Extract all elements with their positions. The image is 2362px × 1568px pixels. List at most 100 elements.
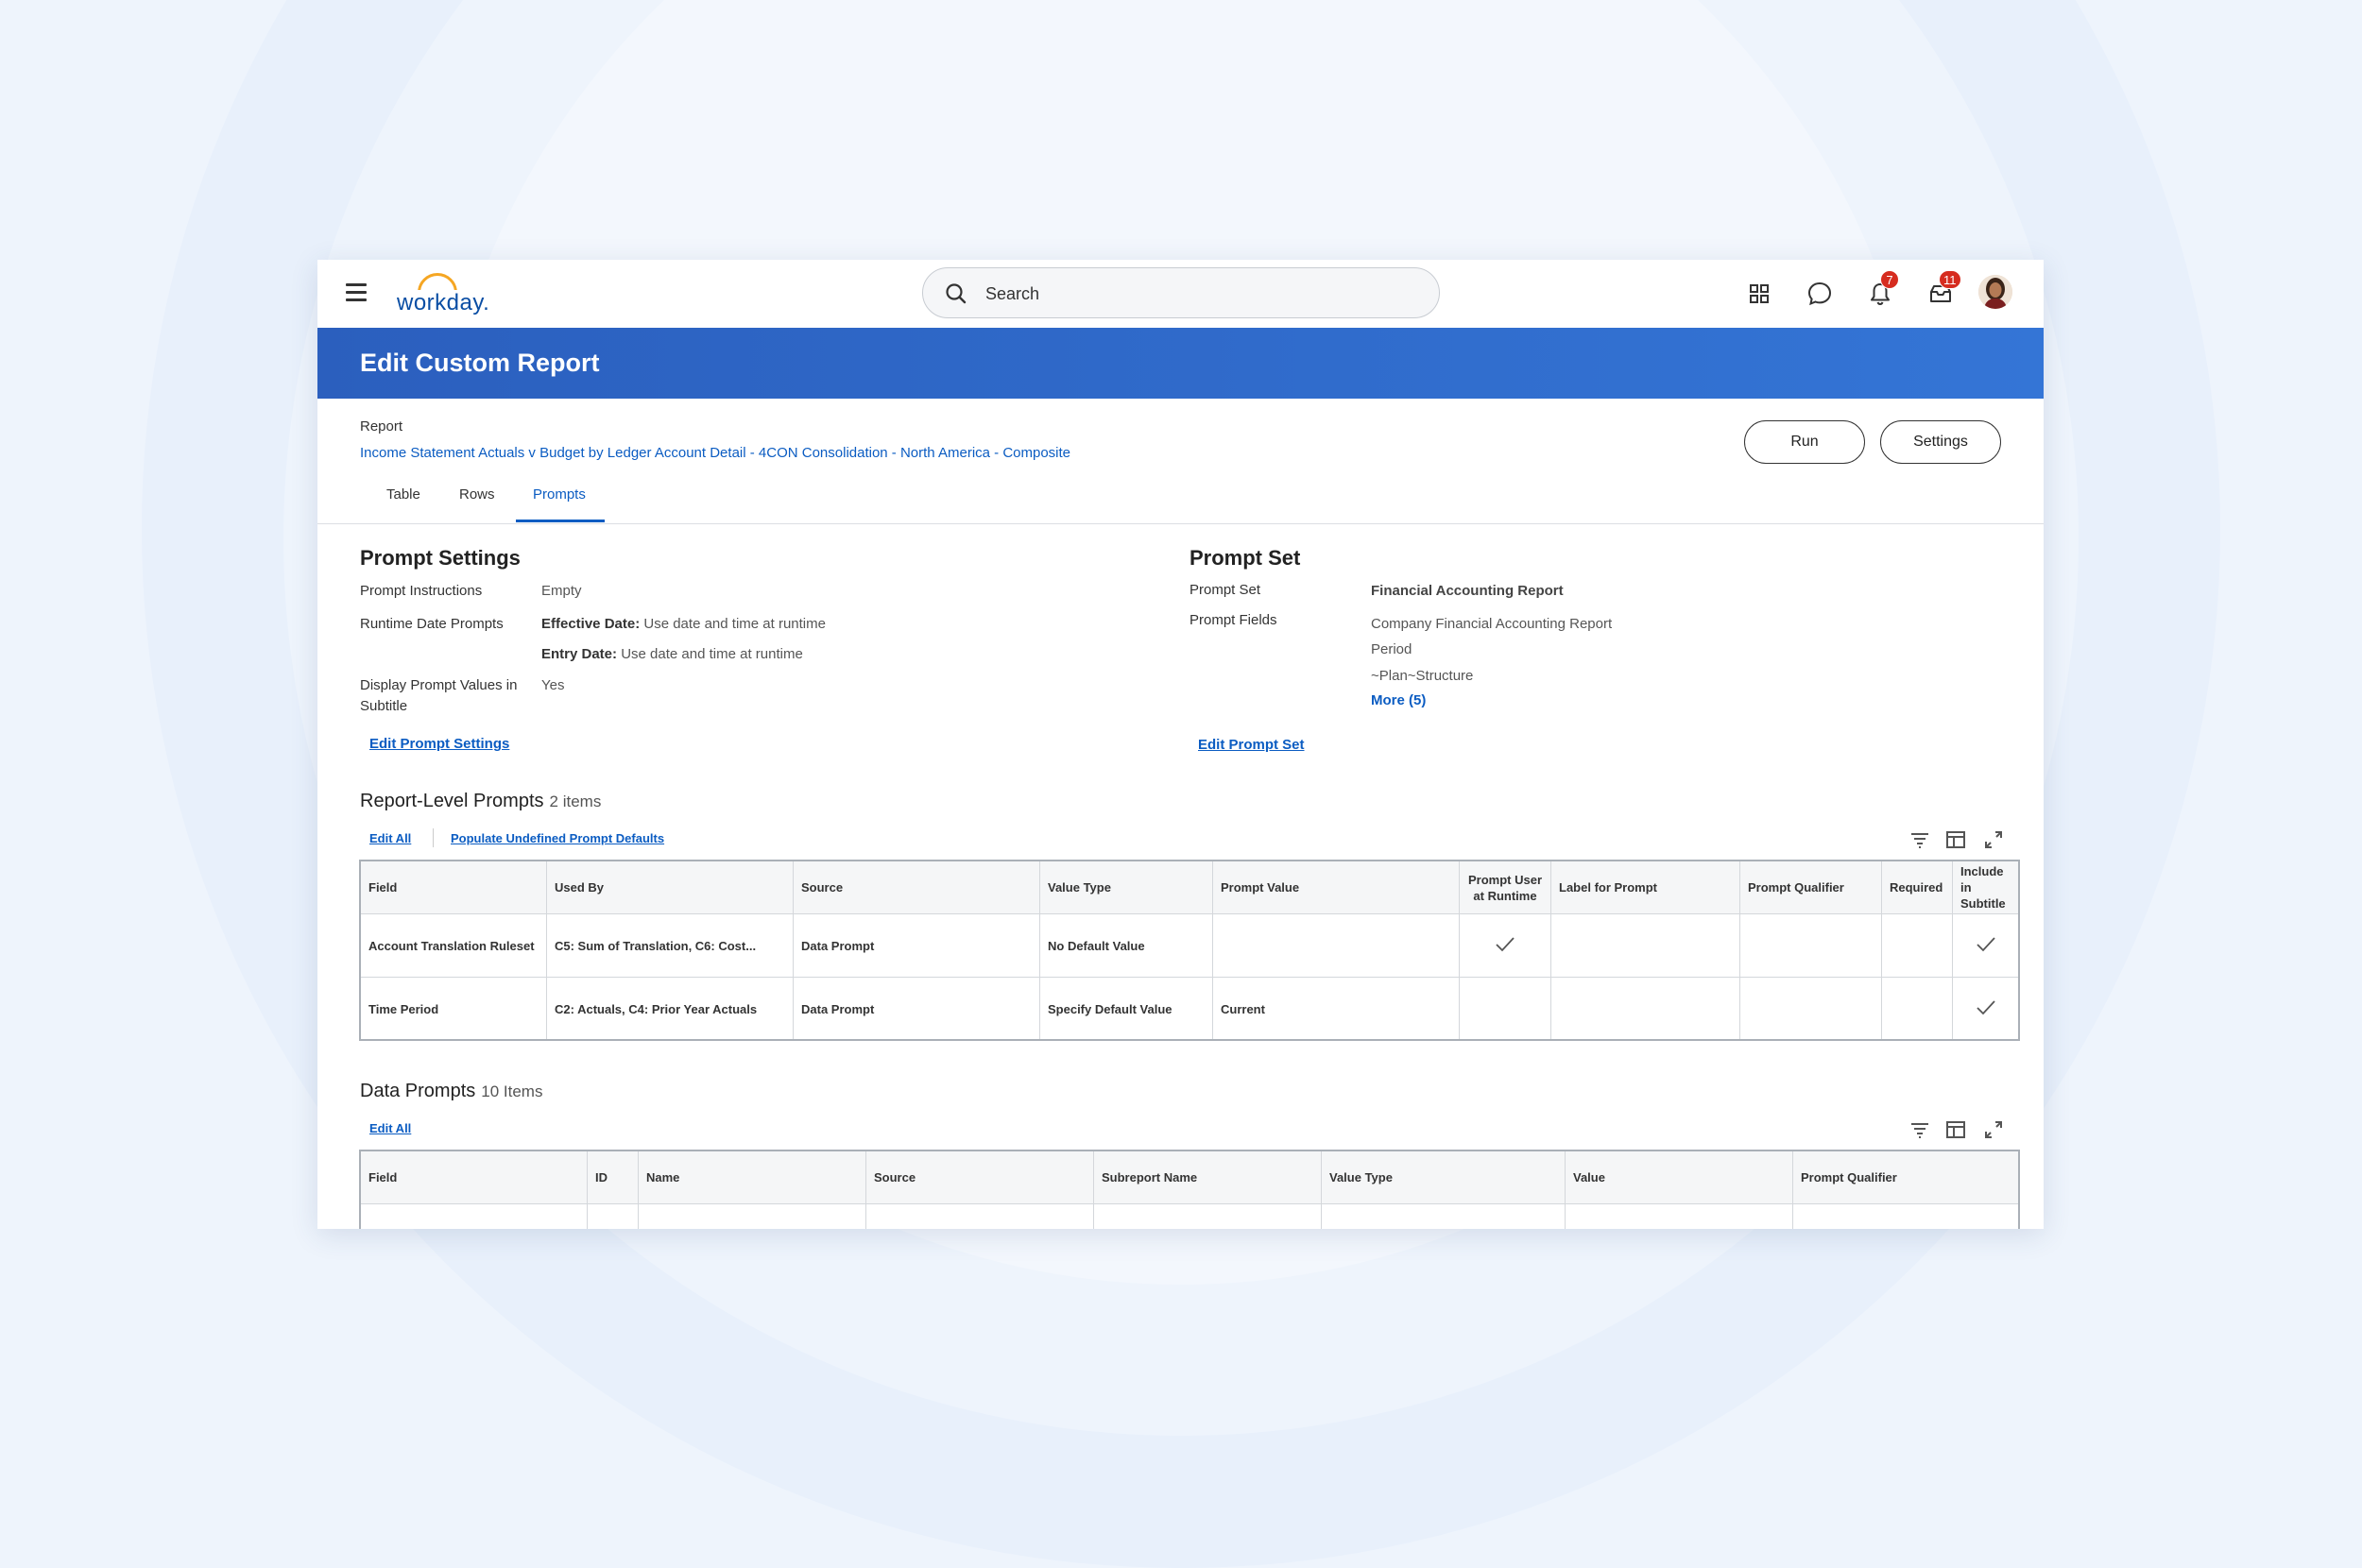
field-cell: Time Period <box>360 977 547 1041</box>
column-header[interactable]: Source <box>865 1150 1094 1204</box>
edit-prompt-settings-link[interactable]: Edit Prompt Settings <box>369 736 509 752</box>
data-prompts-edit-all-link[interactable]: Edit All <box>369 1121 411 1135</box>
prompt-value-cell: Current <box>1212 977 1460 1041</box>
column-header[interactable]: Prompt Qualifier <box>1792 1150 2020 1204</box>
display-prompt-values-value: Yes <box>541 677 565 693</box>
chat-bubble-icon[interactable] <box>1805 279 1835 309</box>
include-subtitle-cell <box>1952 913 2020 978</box>
column-header[interactable]: Prompt Value <box>1212 861 1460 914</box>
column-header[interactable]: Value Type <box>1321 1150 1566 1204</box>
prompt-set-value: Financial Accounting Report <box>1371 583 1564 599</box>
field-cell: Account Translation Ruleset <box>360 913 547 978</box>
prompt-set-label: Prompt Set <box>1190 582 1261 598</box>
label-cell <box>1550 913 1740 978</box>
column-header[interactable]: Subreport Name <box>1093 1150 1322 1204</box>
tab-table[interactable]: Table <box>386 486 420 503</box>
column-header[interactable]: Prompt User at Runtime <box>1459 861 1551 914</box>
column-layout-icon[interactable] <box>1944 1118 1967 1141</box>
run-button[interactable]: Run <box>1744 420 1865 464</box>
column-header[interactable]: Name <box>638 1150 866 1204</box>
table-header-row: Field Used By Source Value Type Prompt V… <box>360 861 2020 914</box>
checkmark-icon <box>1977 936 1995 951</box>
search-bar[interactable] <box>922 267 1440 318</box>
logo-arc <box>418 273 461 290</box>
report-prompts-edit-all-link[interactable]: Edit All <box>369 831 411 845</box>
required-cell <box>1881 913 1953 978</box>
prompt-settings-title: Prompt Settings <box>360 546 521 570</box>
table-cell <box>1321 1203 1566 1229</box>
settings-button[interactable]: Settings <box>1880 420 2001 464</box>
display-prompt-values-label: Display Prompt Values in Subtitle <box>360 677 518 714</box>
notifications-button[interactable]: 7 <box>1865 270 1899 309</box>
page-header: Edit Custom Report <box>317 328 2044 399</box>
table-row[interactable]: Time Period C2: Actuals, C4: Prior Year … <box>360 977 2020 1041</box>
table-cell <box>1093 1203 1322 1229</box>
column-header[interactable]: Value Type <box>1039 861 1213 914</box>
column-header[interactable]: ID <box>587 1150 639 1204</box>
report-name-link[interactable]: Income Statement Actuals v Budget by Led… <box>360 445 1070 461</box>
search-icon <box>946 283 967 304</box>
workday-logo[interactable]: workday. <box>397 273 491 316</box>
prompt-field-item: Company Financial Accounting Report <box>1371 616 1613 632</box>
column-header[interactable]: Label for Prompt <box>1550 861 1740 914</box>
page-title: Edit Custom Report <box>360 349 600 377</box>
effective-date-value: Effective Date: Use date and time at run… <box>541 614 826 635</box>
value-type-cell: No Default Value <box>1039 913 1213 978</box>
table-cell <box>865 1203 1094 1229</box>
populate-defaults-link[interactable]: Populate Undefined Prompt Defaults <box>451 831 664 845</box>
user-avatar[interactable] <box>1978 275 2012 309</box>
tabs-divider <box>317 523 2044 524</box>
data-prompts-heading: Data Prompts <box>360 1081 476 1101</box>
apps-grid-icon[interactable] <box>1744 279 1774 309</box>
column-header[interactable]: Required <box>1881 861 1953 914</box>
column-header[interactable]: Include in Subtitle <box>1952 861 2020 914</box>
inbox-button[interactable]: 11 <box>1926 270 1961 309</box>
edit-prompt-set-link[interactable]: Edit Prompt Set <box>1198 737 1305 753</box>
table-cell <box>1565 1203 1793 1229</box>
report-label: Report <box>360 418 403 435</box>
search-input[interactable] <box>984 278 1403 310</box>
checkmark-icon <box>1496 936 1515 951</box>
column-header[interactable]: Value <box>1565 1150 1793 1204</box>
notification-badge: 7 <box>1880 270 1899 289</box>
prompt-user-cell <box>1459 913 1551 978</box>
prompt-instructions-label: Prompt Instructions <box>360 583 483 599</box>
column-header[interactable]: Prompt Qualifier <box>1739 861 1882 914</box>
filter-icon[interactable] <box>1908 828 1931 851</box>
app-window: workday. 7 <box>317 260 2044 1229</box>
table-cell <box>1792 1203 2020 1229</box>
table-row[interactable]: Account Translation Ruleset C5: Sum of T… <box>360 913 2020 978</box>
expand-icon[interactable] <box>1982 1118 2005 1141</box>
checkmark-icon <box>1977 999 1995 1014</box>
tab-prompts[interactable]: Prompts <box>533 486 586 503</box>
value-type-cell: Specify Default Value <box>1039 977 1213 1041</box>
runtime-date-prompts-label: Runtime Date Prompts <box>360 616 504 632</box>
column-header[interactable]: Field <box>360 1150 588 1204</box>
report-level-prompts-title: Report-Level Prompts 2 items <box>360 791 601 812</box>
table-row[interactable] <box>360 1203 2020 1229</box>
qualifier-cell <box>1739 913 1882 978</box>
prompt-field-item: ~Plan~Structure <box>1371 668 1474 684</box>
prompt-set-title: Prompt Set <box>1190 546 1301 570</box>
table-cell <box>360 1203 588 1229</box>
active-tab-indicator <box>516 520 605 522</box>
column-header[interactable]: Source <box>793 861 1040 914</box>
more-prompt-fields-link[interactable]: More (5) <box>1371 692 1426 708</box>
effective-date-text: Use date and time at runtime <box>643 616 826 632</box>
table-cell <box>587 1203 639 1229</box>
hamburger-menu-icon[interactable] <box>346 283 367 302</box>
include-subtitle-cell <box>1952 977 2020 1041</box>
filter-icon[interactable] <box>1908 1118 1931 1141</box>
used-by-cell: C2: Actuals, C4: Prior Year Actuals <box>546 977 794 1041</box>
entry-date-label: Entry Date: <box>541 646 618 662</box>
tab-rows[interactable]: Rows <box>459 486 495 503</box>
expand-icon[interactable] <box>1982 828 2005 851</box>
column-layout-icon[interactable] <box>1944 828 1967 851</box>
prompt-user-cell <box>1459 977 1551 1041</box>
column-header[interactable]: Field <box>360 861 547 914</box>
data-prompts-table: Field ID Name Source Subreport Name Valu… <box>360 1150 2020 1229</box>
data-prompts-count: 10 Items <box>481 1082 543 1100</box>
column-header[interactable]: Used By <box>546 861 794 914</box>
toolbar-separator <box>433 828 434 847</box>
qualifier-cell <box>1739 977 1882 1041</box>
